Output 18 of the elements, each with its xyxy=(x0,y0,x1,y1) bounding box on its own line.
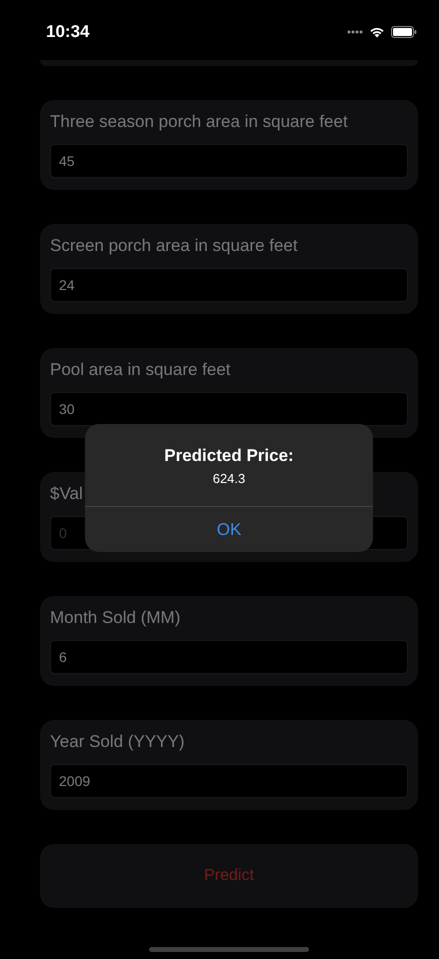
input-field[interactable]: 24 xyxy=(50,268,408,302)
alert-message: 624.3 xyxy=(212,471,246,486)
ok-button[interactable]: OK xyxy=(85,506,373,552)
wifi-icon xyxy=(369,26,385,38)
alert-title: Predicted Price: xyxy=(164,446,294,466)
input-field[interactable]: 2009 xyxy=(50,764,408,798)
input-field[interactable]: 30 xyxy=(50,392,408,426)
field-label: Pool area in square feet xyxy=(50,360,232,380)
field-label: Three season porch area in square feet xyxy=(50,112,349,132)
field-label: Screen porch area in square feet xyxy=(50,236,299,256)
status-time: 10:34 xyxy=(46,22,90,42)
input-field[interactable]: 45 xyxy=(50,144,408,178)
input-field[interactable]: 6 xyxy=(50,640,408,674)
field-label: Year Sold (YYYY) xyxy=(50,732,186,752)
field-label: $Val xyxy=(50,484,84,504)
signal-icon xyxy=(347,30,363,34)
battery-icon xyxy=(391,26,417,38)
field-label: Month Sold (MM) xyxy=(50,608,182,628)
